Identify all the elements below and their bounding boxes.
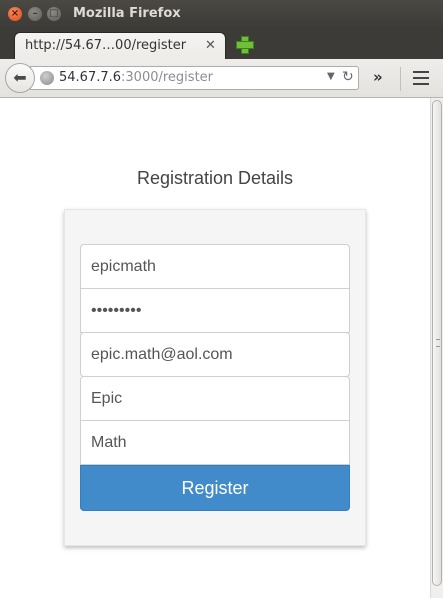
url-bar[interactable]: 54.67.7.6:3000/register ▼ ↻ — [30, 66, 359, 90]
window-titlebar: × – □ Mozilla Firefox — [0, 0, 443, 30]
maximize-icon[interactable]: □ — [47, 7, 61, 21]
tab-register[interactable]: http://54.67…00/register ✕ — [14, 32, 226, 60]
globe-icon — [40, 71, 54, 85]
scrollbar-grip — [436, 339, 440, 347]
close-window-icon[interactable]: × — [8, 7, 22, 21]
register-button[interactable]: Register — [80, 465, 350, 511]
tab-strip: http://54.67…00/register ✕ — [0, 30, 443, 60]
back-arrow-icon[interactable]: ⬅ — [5, 63, 35, 93]
email-field[interactable] — [80, 332, 350, 377]
page-content: Registration Details Register — [0, 98, 430, 598]
tab-close-icon[interactable]: ✕ — [205, 38, 216, 53]
url-host: 54.67.7.6 — [59, 70, 122, 85]
scrollbar-thumb[interactable] — [432, 100, 442, 586]
window-title: Mozilla Firefox — [73, 6, 181, 21]
url-path: :3000/register — [121, 70, 214, 85]
password-field[interactable] — [80, 288, 350, 333]
registration-form: Register — [64, 209, 366, 546]
tab-title: http://54.67…00/register — [25, 38, 187, 53]
vertical-scrollbar[interactable] — [430, 98, 443, 598]
username-field[interactable] — [80, 244, 350, 289]
page-title: Registration Details — [136, 168, 294, 188]
hamburger-menu-icon[interactable] — [413, 71, 429, 85]
overflow-chevron-icon[interactable]: » — [373, 68, 383, 86]
minimize-icon[interactable]: – — [28, 7, 42, 21]
first-name-field[interactable] — [80, 376, 350, 421]
dropdown-arrow-icon[interactable]: ▼ — [327, 71, 335, 82]
new-tab-plus-icon[interactable] — [236, 36, 254, 54]
url-text[interactable]: 54.67.7.6:3000/register — [59, 70, 213, 85]
navigation-bar: 54.67.7.6:3000/register ▼ ↻ ⬅ » — [0, 59, 443, 98]
reload-icon[interactable]: ↻ — [342, 69, 354, 85]
toolbar-separator — [400, 67, 401, 91]
last-name-field[interactable] — [80, 420, 350, 465]
